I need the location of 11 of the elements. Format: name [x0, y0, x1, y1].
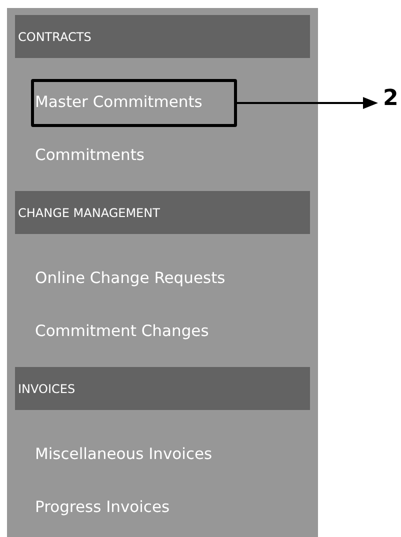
- menu-item[interactable]: Master Commitments: [35, 90, 202, 114]
- section-title: INVOICES: [18, 380, 76, 398]
- menu-item[interactable]: Online Change Requests: [35, 266, 226, 290]
- arrow-icon: [237, 97, 378, 109]
- callout-number: 2: [383, 88, 398, 110]
- menu-item[interactable]: Commitment Changes: [35, 320, 209, 344]
- menu-item[interactable]: Miscellaneous Invoices: [35, 442, 212, 466]
- section-title: CONTRACTS: [18, 28, 92, 46]
- section-title: CHANGE MANAGEMENT: [18, 204, 160, 222]
- menu-item[interactable]: Progress Invoices: [35, 496, 170, 520]
- menu-item[interactable]: Commitments: [35, 144, 144, 168]
